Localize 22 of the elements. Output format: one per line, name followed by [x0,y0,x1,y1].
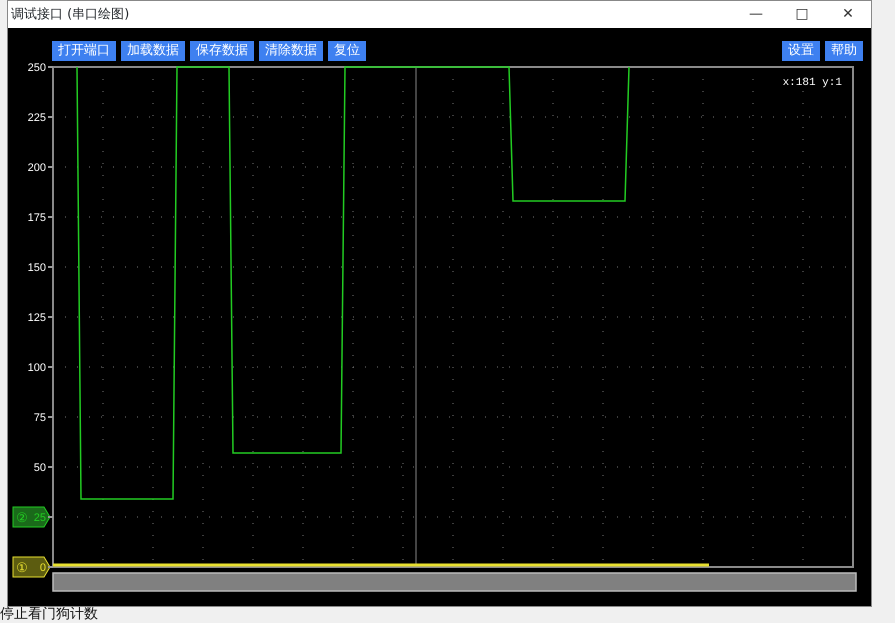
toolbar-button[interactable]: 设置 [782,41,820,61]
tick-label: 50 [34,462,46,474]
toolbar-button[interactable]: 保存数据 [190,41,254,61]
background-label: 停止看门狗计数 [0,606,98,623]
tick-label: 175 [28,212,46,224]
tick-label: 200 [28,162,46,174]
tick-label: 150 [28,262,46,274]
toolbar-button[interactable]: 打开端口 [52,41,116,61]
toolbar-button[interactable]: 复位 [328,41,366,61]
toolbar-button[interactable]: 清除数据 [259,41,323,61]
cursor-readout: x:181 y:1 [782,77,842,89]
window-title: 调试接口 (串口绘图) [10,6,130,24]
series-label: ① [16,561,28,576]
tick-label: 125 [28,312,46,324]
toolbar-button[interactable]: 帮助 [825,41,863,61]
toolbar-button[interactable]: 加载数据 [121,41,185,61]
tick-label: 250 [28,62,46,74]
tick-label: 75 [34,412,46,424]
tick-label: 225 [28,112,46,124]
tick-label: 100 [28,362,46,374]
tick-label: 0 [40,562,46,574]
tick-label: 25 [34,512,46,524]
